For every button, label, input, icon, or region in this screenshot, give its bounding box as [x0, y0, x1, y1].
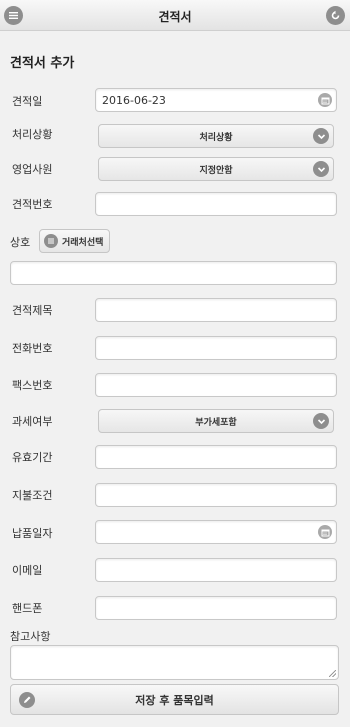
estimate-date-label: 견적일: [12, 95, 43, 108]
mobile-field[interactable]: [95, 596, 337, 620]
process-status-label: 처리상황: [12, 128, 53, 141]
phone-label: 전화번호: [12, 342, 53, 355]
process-status-select[interactable]: 처리상황: [98, 124, 334, 148]
pencil-icon: [19, 692, 35, 708]
list-icon: [44, 234, 58, 248]
page-title: 견적서: [158, 10, 192, 24]
estimate-no-label: 견적번호: [12, 198, 53, 211]
email-field[interactable]: [95, 558, 337, 582]
process-status-value: 처리상황: [199, 132, 233, 143]
payment-label: 지불조건: [12, 489, 53, 502]
back-arrow-icon: [331, 10, 340, 20]
mobile-label: 핸드폰: [12, 602, 43, 615]
estimate-title-label: 견적제목: [12, 304, 53, 317]
notes-label: 참고사항: [10, 630, 51, 643]
estimate-title-field[interactable]: [95, 298, 337, 322]
header-bar: 견적서: [0, 0, 350, 31]
notes-textarea[interactable]: [10, 645, 339, 680]
resize-handle-icon[interactable]: [329, 670, 336, 677]
fax-field[interactable]: [95, 373, 337, 397]
company-label: 상호: [10, 236, 31, 249]
estimate-date-value: 2016-06-23: [102, 93, 166, 107]
sales-rep-select[interactable]: 지정안함: [98, 157, 334, 181]
delivery-date-field[interactable]: [95, 520, 337, 544]
sales-rep-label: 영업사원: [12, 163, 53, 176]
save-and-input-items-button[interactable]: 저장 후 품목입력: [10, 684, 339, 715]
chevron-down-icon: [313, 128, 329, 144]
validity-field[interactable]: [95, 445, 337, 469]
calendar-icon[interactable]: [318, 525, 332, 539]
select-client-button[interactable]: 거래처선택: [39, 229, 110, 253]
company-field[interactable]: [10, 261, 337, 285]
fax-label: 팩스번호: [12, 379, 53, 392]
form-title: 견적서 추가: [10, 56, 75, 71]
sales-rep-value: 지정안함: [199, 165, 233, 176]
validity-label: 유효기간: [12, 451, 53, 464]
chevron-down-icon: [313, 413, 329, 429]
tax-value: 부가세포함: [195, 417, 237, 428]
tax-select[interactable]: 부가세포함: [98, 409, 334, 433]
delivery-date-label: 납품일자: [12, 527, 53, 540]
tax-label: 과세여부: [12, 415, 53, 428]
save-button-label: 저장 후 품목입력: [135, 693, 214, 707]
estimate-no-field[interactable]: [95, 192, 337, 216]
phone-field[interactable]: [95, 336, 337, 360]
select-client-label: 거래처선택: [62, 237, 104, 248]
chevron-down-icon: [313, 161, 329, 177]
estimate-date-field[interactable]: 2016-06-23: [95, 88, 337, 112]
email-label: 이메일: [12, 564, 43, 577]
payment-field[interactable]: [95, 483, 337, 507]
back-button[interactable]: [326, 6, 345, 25]
calendar-icon[interactable]: [318, 93, 332, 107]
